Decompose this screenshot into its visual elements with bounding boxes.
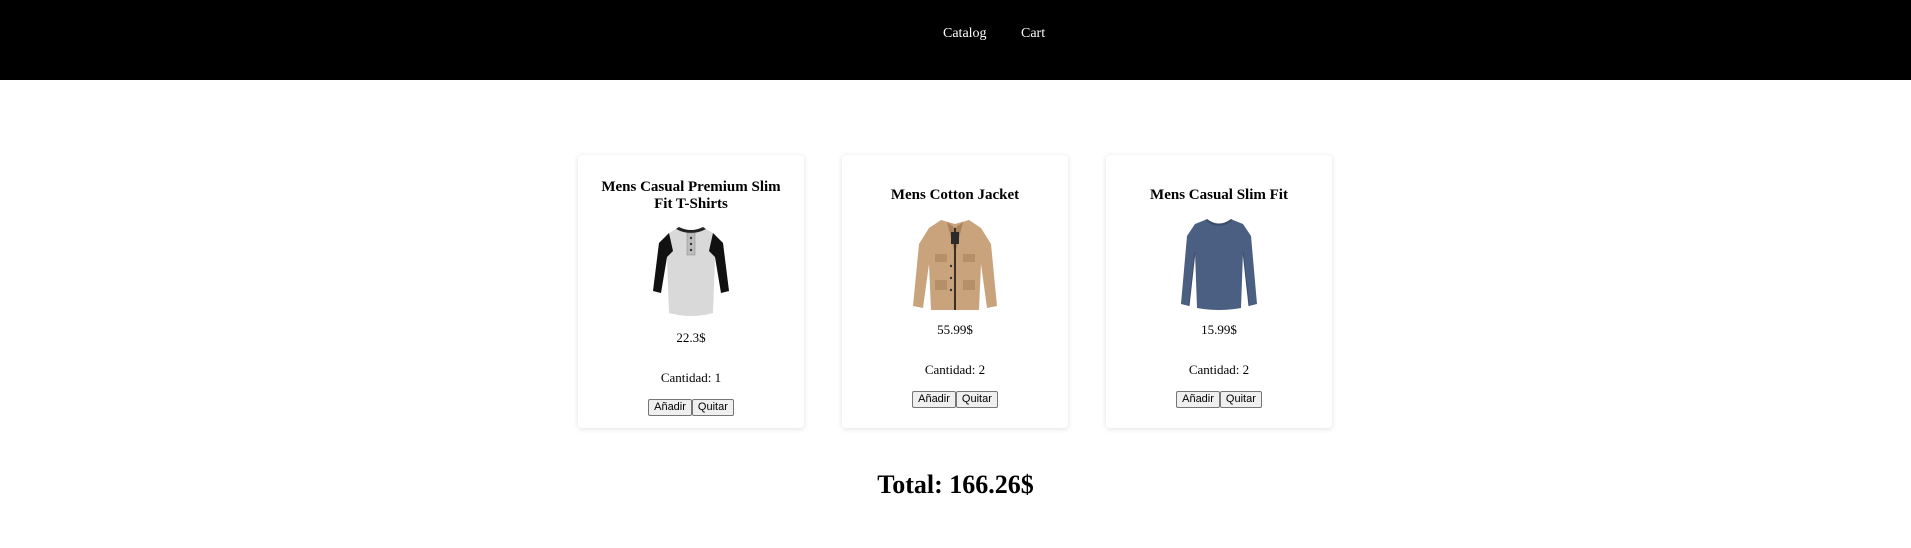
cart-item-card: Mens Casual Premium Slim Fit T-Shirts 22… — [578, 155, 804, 428]
add-button[interactable]: Añadir — [1176, 391, 1220, 408]
add-button[interactable]: Añadir — [912, 391, 956, 408]
product-price: 15.99$ — [1201, 322, 1237, 337]
nav-link-catalog[interactable]: Catalog — [943, 25, 987, 43]
remove-button[interactable]: Quitar — [1219, 391, 1262, 408]
remove-button[interactable]: Quitar — [691, 399, 734, 416]
product-image — [913, 220, 997, 310]
add-button[interactable]: Añadir — [648, 399, 692, 416]
product-quantity: Cantidad: 2 — [924, 362, 986, 377]
quantity-controls: Añadir Quitar — [578, 399, 804, 416]
product-quantity: Cantidad: 2 — [1188, 362, 1250, 377]
product-image — [653, 227, 729, 316]
cart-item-card: Mens Casual Slim Fit 15.99$ Cantidad: 2 … — [1106, 155, 1332, 428]
quantity-controls: Añadir Quitar — [842, 391, 1068, 408]
product-title: Mens Casual Premium Slim Fit T-Shirts — [601, 179, 781, 212]
product-price: 22.3$ — [676, 330, 706, 345]
top-navbar: Catalog Cart — [0, 0, 1911, 80]
cart-total: Total: 166.26$ — [877, 470, 1034, 499]
quantity-controls: Añadir Quitar — [1106, 391, 1332, 408]
remove-button[interactable]: Quitar — [955, 391, 998, 408]
product-quantity: Cantidad: 1 — [660, 370, 722, 385]
product-price: 55.99$ — [937, 322, 973, 337]
product-title: Mens Cotton Jacket — [890, 187, 1020, 203]
product-image — [1181, 219, 1257, 310]
nav-link-cart[interactable]: Cart — [1021, 25, 1045, 43]
product-title: Mens Casual Slim Fit — [1150, 187, 1288, 203]
cart-item-card: Mens Cotton Jacket 55.99$ Cantidad: 2 Añ… — [842, 155, 1068, 428]
